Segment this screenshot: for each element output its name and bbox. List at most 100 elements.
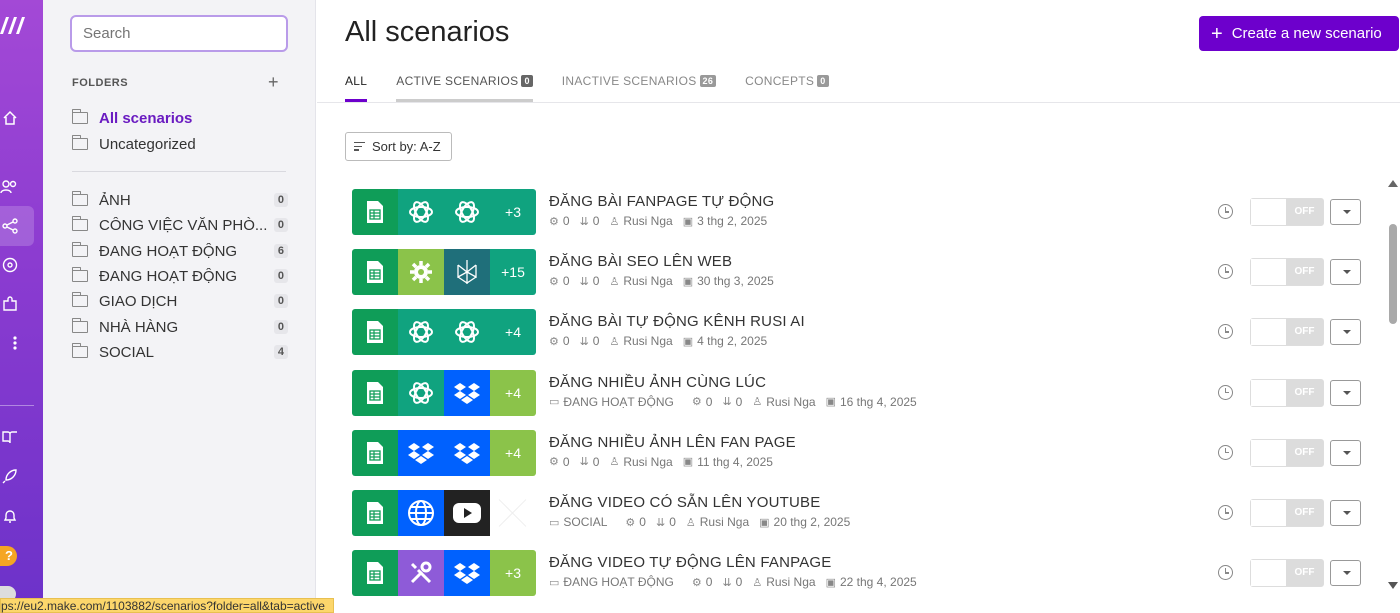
schedule-clock-icon[interactable]	[1218, 324, 1233, 340]
scenario-row[interactable]: +4 ĐĂNG NHIỀU ẢNH CÙNG LÚC ▭ ĐANG HOẠT ĐỘNG…	[352, 369, 1362, 416]
operations-count: ⚙ 0	[691, 394, 713, 409]
scenario-options-dropdown[interactable]	[1330, 500, 1361, 526]
schedule-clock-icon[interactable]	[1218, 565, 1233, 581]
operations-icon: ⚙	[691, 396, 702, 409]
app-rail: ?	[0, 0, 43, 613]
folder-icon	[72, 292, 88, 307]
scenario-row[interactable]: +4 ĐĂNG NHIỀU ẢNH LÊN FAN PAGE ⚙ 0 ⇊ 0 ♙ Rusi N…	[352, 429, 1362, 476]
scenario-on-off-toggle[interactable]: OFF	[1250, 378, 1324, 407]
scenario-options-dropdown[interactable]	[1330, 379, 1361, 406]
scenario-title[interactable]: ĐĂNG VIDEO TỰ ĐỘNG LÊN FANPAGE	[549, 554, 831, 571]
scenario-title[interactable]: ĐĂNG NHIỀU ẢNH CÙNG LÚC	[549, 374, 766, 391]
folder-icon: ▭	[549, 576, 560, 589]
folder-item[interactable]: ĐANG HOẠT ĐỘNG 6	[72, 240, 288, 262]
sheets-icon	[352, 550, 398, 597]
scenario-meta: ▭ ĐANG HOẠT ĐỘNG ⚙ 0 ⇊ 0 ♙ Rusi Nga ▣ 22 thg 4, 2…	[549, 575, 927, 589]
scenario-title[interactable]: ĐĂNG NHIỀU ẢNH LÊN FAN PAGE	[549, 434, 796, 451]
scenario-owner: ♙ Rusi Nga	[609, 274, 673, 289]
scenario-options-dropdown[interactable]	[1330, 199, 1361, 225]
data-transfer-icon: ⇊	[655, 516, 666, 529]
folder-item[interactable]: ẢNH 0	[72, 189, 288, 211]
more-apps-count: +15	[490, 249, 536, 296]
add-folder-button[interactable]: +	[268, 72, 279, 93]
tab-label: CONCEPTS	[745, 74, 815, 88]
sheets-icon	[352, 490, 398, 536]
more-apps-count: +4	[490, 429, 536, 476]
folder-icon: ▭	[549, 396, 560, 409]
schedule-clock-icon[interactable]	[1218, 505, 1233, 520]
scenario-options-dropdown[interactable]	[1330, 319, 1361, 346]
more-vertical-icon[interactable]	[0, 334, 18, 352]
sheets-icon	[352, 369, 398, 416]
folder-uncategorized[interactable]: Uncategorized	[72, 133, 288, 155]
scenario-options-dropdown[interactable]	[1330, 259, 1361, 286]
tabs-divider	[317, 102, 1400, 103]
scrollbar-thumb[interactable]	[1389, 224, 1397, 324]
tab-count: 0	[521, 75, 533, 87]
folders-heading: FOLDERS	[72, 77, 129, 89]
scenario-on-off-toggle[interactable]: OFF	[1250, 258, 1324, 287]
scenario-title[interactable]: ĐĂNG VIDEO CÓ SẴN LÊN YOUTUBE	[549, 494, 820, 511]
docs-book-icon[interactable]	[0, 428, 18, 446]
apps-puzzle-icon[interactable]	[0, 295, 18, 313]
scenario-on-off-toggle[interactable]: OFF	[1250, 198, 1324, 226]
scenario-on-off-toggle[interactable]: OFF	[1250, 499, 1324, 527]
folder-item[interactable]: GIAO DỊCH 0	[72, 290, 288, 312]
scenario-row[interactable]: ĐĂNG VIDEO CÓ SẴN LÊN YOUTUBE ▭ SOCIAL ⚙ 0 ⇊ 0…	[352, 490, 1362, 536]
templates-icon[interactable]	[0, 256, 18, 274]
scenario-on-off-toggle[interactable]: OFF	[1250, 318, 1324, 347]
help-icon[interactable]: ?	[0, 546, 17, 566]
folder-item[interactable]: NHÀ HÀNG 0	[72, 316, 288, 338]
data-transfer-icon: ⇊	[579, 215, 589, 228]
scenario-title[interactable]: ĐĂNG BÀI TỰ ĐỘNG KÊNH RUSI AI	[549, 313, 805, 330]
scenario-row[interactable]: +15 ĐĂNG BÀI SEO LÊN WEB ⚙ 0 ⇊ 0 ♙ Rusi Nga ▣ 30 …	[352, 249, 1362, 296]
search-input[interactable]	[70, 15, 288, 52]
folder-item[interactable]: ĐANG HOẠT ĐỘNG 0	[72, 265, 288, 287]
folder-item[interactable]: CÔNG VIỆC VĂN PHÒ... 0	[72, 214, 288, 236]
schedule-clock-icon[interactable]	[1218, 444, 1233, 460]
scenario-row[interactable]: +3 ĐĂNG BÀI FANPAGE TỰ ĐỘNG ⚙ 0 ⇊ 0 ♙ Rusi Nga ▣…	[352, 189, 1362, 235]
user-icon: ♙	[609, 456, 620, 469]
scenario-options-dropdown[interactable]	[1330, 560, 1361, 587]
toggle-knob	[1251, 500, 1287, 526]
create-scenario-button[interactable]: + Create a new scenario	[1199, 16, 1399, 51]
gear-icon	[398, 249, 444, 296]
scenario-row[interactable]: +4 ĐĂNG BÀI TỰ ĐỘNG KÊNH RUSI AI ⚙ 0 ⇊ 0 ♙ Rusi…	[352, 309, 1362, 356]
scenario-row[interactable]: +3 ĐĂNG VIDEO TỰ ĐỘNG LÊN FANPAGE ▭ ĐANG HO…	[352, 550, 1362, 597]
share-scenarios-icon[interactable]	[0, 217, 18, 235]
scenario-on-off-toggle[interactable]: OFF	[1250, 438, 1324, 467]
notifications-bell-icon[interactable]	[0, 507, 18, 525]
scenario-meta: ⚙ 0 ⇊ 0 ♙ Rusi Nga ▣ 11 thg 4, 2025	[549, 455, 783, 469]
scroll-down-arrow-icon[interactable]	[1388, 582, 1398, 589]
scroll-up-arrow-icon[interactable]	[1388, 180, 1398, 187]
sort-button[interactable]: Sort by: A-Z	[345, 132, 452, 161]
openai-icon	[398, 309, 444, 356]
operations-count: ⚙ 0	[625, 515, 646, 529]
scenario-folder: ▭ SOCIAL	[549, 515, 608, 529]
home-icon[interactable]	[0, 109, 18, 127]
folder-item[interactable]: SOCIAL 4	[72, 341, 288, 363]
schedule-clock-icon[interactable]	[1218, 204, 1233, 219]
scenario-options-dropdown[interactable]	[1330, 439, 1361, 466]
tab-inactive-scenarios[interactable]: INACTIVE SCENARIOS 26	[562, 74, 717, 102]
scenario-title[interactable]: ĐĂNG BÀI SEO LÊN WEB	[549, 253, 732, 270]
folder-all-scenarios[interactable]: All scenarios	[72, 107, 288, 129]
tab-active-scenarios[interactable]: ACTIVE SCENARIOS 0	[396, 74, 534, 102]
folder-label: CÔNG VIỆC VĂN PHÒ...	[99, 216, 268, 234]
tab-concepts[interactable]: CONCEPTS 0	[745, 74, 829, 102]
perplexity-icon	[444, 249, 490, 296]
schedule-clock-icon[interactable]	[1218, 384, 1233, 400]
toggle-knob	[1251, 319, 1287, 346]
scenario-meta: ⚙ 0 ⇊ 0 ♙ Rusi Nga ▣ 4 thg 2, 2025	[549, 334, 777, 348]
rocket-icon[interactable]	[0, 467, 18, 485]
page-title: All scenarios	[345, 16, 510, 48]
sidebar-divider	[72, 171, 286, 172]
tab-all[interactable]: ALL	[345, 74, 368, 102]
scenario-title[interactable]: ĐĂNG BÀI FANPAGE TỰ ĐỘNG	[549, 193, 774, 210]
team-icon[interactable]	[0, 178, 18, 196]
folder-icon	[72, 267, 88, 282]
scenario-on-off-toggle[interactable]: OFF	[1250, 559, 1324, 588]
schedule-clock-icon[interactable]	[1218, 264, 1233, 280]
make-logo-icon[interactable]	[0, 14, 30, 44]
calendar-icon: ▣	[759, 516, 770, 529]
